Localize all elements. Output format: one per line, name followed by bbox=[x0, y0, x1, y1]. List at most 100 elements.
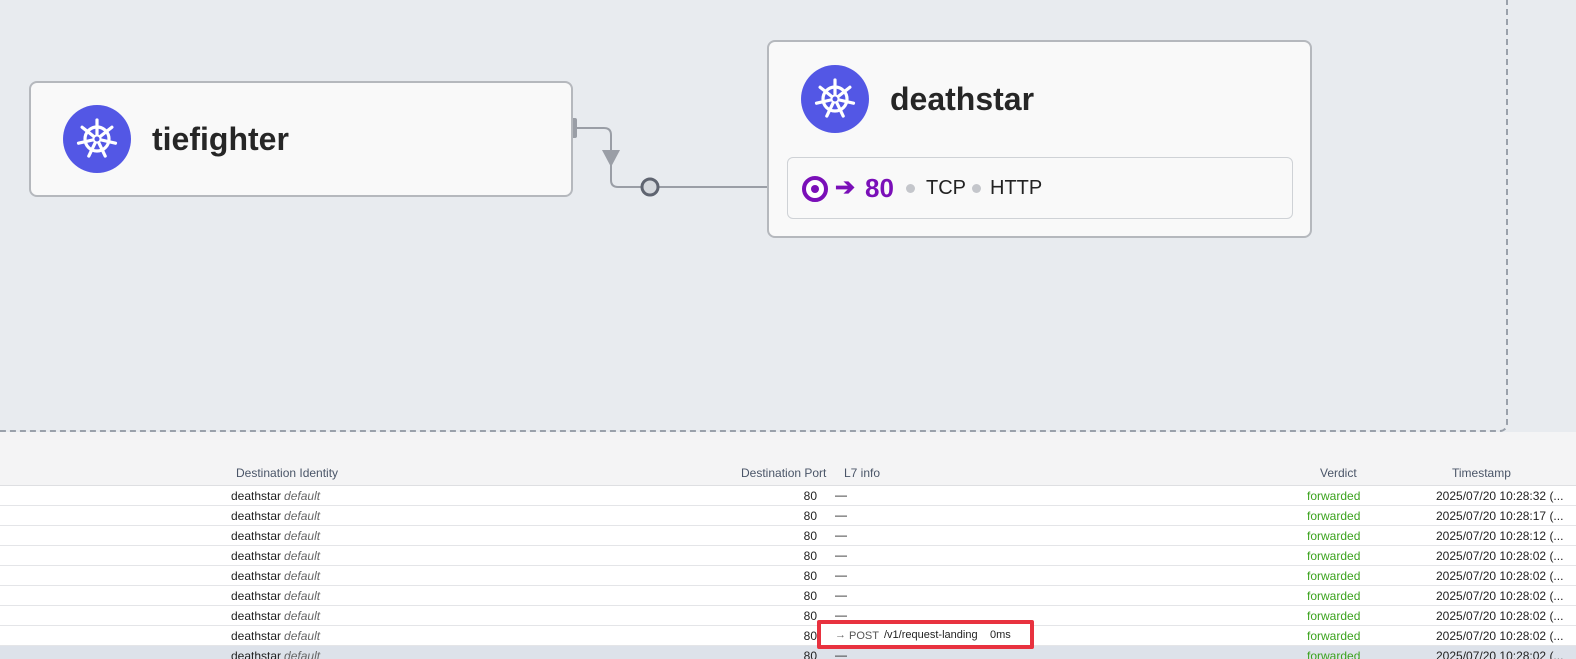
destination-namespace: default bbox=[284, 549, 321, 563]
destination-name: deathstar bbox=[231, 609, 282, 623]
column-header-destination-port[interactable]: Destination Port bbox=[741, 466, 826, 480]
column-header-timestamp[interactable]: Timestamp bbox=[1452, 466, 1511, 480]
verdict-cell: forwarded bbox=[1307, 489, 1361, 503]
kubernetes-icon bbox=[63, 105, 131, 173]
destination-namespace: default bbox=[284, 569, 321, 583]
endpoint-target-icon bbox=[802, 176, 828, 202]
destination-name: deathstar bbox=[231, 549, 282, 563]
timestamp-cell: 2025/07/20 10:28:32 (... bbox=[1436, 489, 1564, 503]
l7-info-highlight[interactable]: → POST /v1/request-landing 0ms bbox=[817, 620, 1034, 649]
l7-info-cell: — bbox=[835, 508, 847, 522]
timestamp-cell: 2025/07/20 10:28:02 (... bbox=[1436, 569, 1564, 583]
verdict-cell: forwarded bbox=[1307, 629, 1361, 643]
table-row-selected[interactable]: deathstar default 80 — forwarded 2025/07/… bbox=[0, 646, 1576, 659]
connector-arrowhead-icon bbox=[602, 150, 620, 167]
destination-port-cell: 80 bbox=[803, 569, 817, 583]
destination-identity-cell: deathstar default bbox=[231, 569, 320, 583]
table-row[interactable]: deathstar default 80 — forwarded 2025/07/… bbox=[0, 546, 1576, 566]
timestamp-cell: 2025/07/20 10:28:12 (... bbox=[1436, 529, 1564, 543]
destination-namespace: default bbox=[284, 649, 321, 659]
l7-info-cell: — bbox=[835, 568, 847, 582]
destination-name: deathstar bbox=[231, 589, 282, 603]
http-path: /v1/request-landing bbox=[884, 629, 978, 641]
flows-table: Destination Identity Destination Port L7… bbox=[0, 432, 1576, 659]
protocol-label: TCP bbox=[926, 177, 966, 199]
destination-name: deathstar bbox=[231, 629, 282, 643]
destination-name: deathstar bbox=[231, 509, 282, 523]
arrow-right-icon: ➔ bbox=[835, 174, 856, 201]
destination-identity-cell: deathstar default bbox=[231, 649, 320, 659]
verdict-cell: forwarded bbox=[1307, 589, 1361, 603]
destination-identity-cell: deathstar default bbox=[231, 629, 320, 643]
connector-junction bbox=[640, 177, 660, 197]
destination-identity-cell: deathstar default bbox=[231, 489, 320, 503]
destination-identity-cell: deathstar default bbox=[231, 509, 320, 523]
table-row[interactable]: deathstar default 80 — forwarded 2025/07/… bbox=[0, 486, 1576, 506]
table-row[interactable]: deathstar default 80 forwarded 2025/07/20… bbox=[0, 626, 1576, 646]
timestamp-cell: 2025/07/20 10:28:02 (... bbox=[1436, 629, 1564, 643]
table-row[interactable]: deathstar default 80 — forwarded 2025/07/… bbox=[0, 586, 1576, 606]
verdict-cell: forwarded bbox=[1307, 549, 1361, 563]
endpoint-row[interactable]: ➔ 80 TCP HTTP bbox=[787, 157, 1293, 219]
destination-port-cell: 80 bbox=[803, 589, 817, 603]
verdict-cell: forwarded bbox=[1307, 569, 1361, 583]
table-row[interactable]: deathstar default 80 — forwarded 2025/07/… bbox=[0, 606, 1576, 626]
l7-info-cell: — bbox=[835, 488, 847, 502]
table-row[interactable]: deathstar default 80 — forwarded 2025/07/… bbox=[0, 506, 1576, 526]
column-header-l7-info[interactable]: L7 info bbox=[844, 466, 880, 480]
service-card-tiefighter[interactable]: tiefighter bbox=[29, 81, 573, 197]
destination-identity-cell: deathstar default bbox=[231, 529, 320, 543]
service-name: deathstar bbox=[890, 81, 1035, 117]
destination-port-cell: 80 bbox=[803, 529, 817, 543]
arrow-right-icon: → bbox=[835, 629, 846, 641]
l7-info-cell: — bbox=[835, 648, 847, 659]
http-method: POST bbox=[849, 630, 879, 642]
l7-info-cell: — bbox=[835, 588, 847, 602]
l7-info-cell: — bbox=[835, 528, 847, 542]
timestamp-cell: 2025/07/20 10:28:02 (... bbox=[1436, 609, 1564, 623]
kubernetes-icon bbox=[801, 65, 869, 133]
destination-namespace: default bbox=[284, 629, 321, 643]
destination-port-cell: 80 bbox=[803, 509, 817, 523]
destination-namespace: default bbox=[284, 589, 321, 603]
destination-name: deathstar bbox=[231, 529, 282, 543]
verdict-cell: forwarded bbox=[1307, 609, 1361, 623]
service-map: tiefighter deathstar ➔ 80 TCP HTTP bbox=[0, 0, 1576, 432]
table-row[interactable]: deathstar default 80 — forwarded 2025/07/… bbox=[0, 566, 1576, 586]
table-row[interactable]: deathstar default 80 — forwarded 2025/07/… bbox=[0, 526, 1576, 546]
destination-port-cell: 80 bbox=[803, 489, 817, 503]
destination-namespace: default bbox=[284, 609, 321, 623]
separator-dot bbox=[906, 184, 915, 193]
table-body: deathstar default 80 — forwarded 2025/07/… bbox=[0, 486, 1576, 659]
timestamp-cell: 2025/07/20 10:28:02 (... bbox=[1436, 549, 1564, 563]
destination-identity-cell: deathstar default bbox=[231, 589, 320, 603]
service-card-deathstar[interactable]: deathstar ➔ 80 TCP HTTP bbox=[767, 40, 1312, 238]
destination-namespace: default bbox=[284, 509, 321, 523]
timestamp-cell: 2025/07/20 10:28:17 (... bbox=[1436, 509, 1564, 523]
destination-namespace: default bbox=[284, 489, 321, 503]
destination-name: deathstar bbox=[231, 489, 282, 503]
endpoint-port: 80 bbox=[865, 173, 894, 203]
service-name: tiefighter bbox=[152, 121, 289, 157]
destination-port-cell: 80 bbox=[803, 609, 817, 623]
destination-identity-cell: deathstar default bbox=[231, 609, 320, 623]
destination-port-cell: 80 bbox=[803, 649, 817, 659]
destination-port-cell: 80 bbox=[803, 549, 817, 563]
l7-info-cell: — bbox=[835, 548, 847, 562]
verdict-cell: forwarded bbox=[1307, 649, 1361, 659]
column-header-destination-identity[interactable]: Destination Identity bbox=[236, 466, 338, 480]
destination-port-cell: 80 bbox=[803, 629, 817, 643]
destination-name: deathstar bbox=[231, 569, 282, 583]
timestamp-cell: 2025/07/20 10:28:02 (... bbox=[1436, 649, 1564, 659]
destination-identity-cell: deathstar default bbox=[231, 549, 320, 563]
http-latency: 0ms bbox=[990, 629, 1011, 641]
verdict-cell: forwarded bbox=[1307, 509, 1361, 523]
verdict-cell: forwarded bbox=[1307, 529, 1361, 543]
protocol-label: HTTP bbox=[990, 177, 1043, 199]
column-header-verdict[interactable]: Verdict bbox=[1320, 466, 1357, 480]
timestamp-cell: 2025/07/20 10:28:02 (... bbox=[1436, 589, 1564, 603]
separator-dot bbox=[972, 184, 981, 193]
destination-namespace: default bbox=[284, 529, 321, 543]
table-header: Destination Identity Destination Port L7… bbox=[0, 432, 1576, 486]
destination-name: deathstar bbox=[231, 649, 282, 659]
